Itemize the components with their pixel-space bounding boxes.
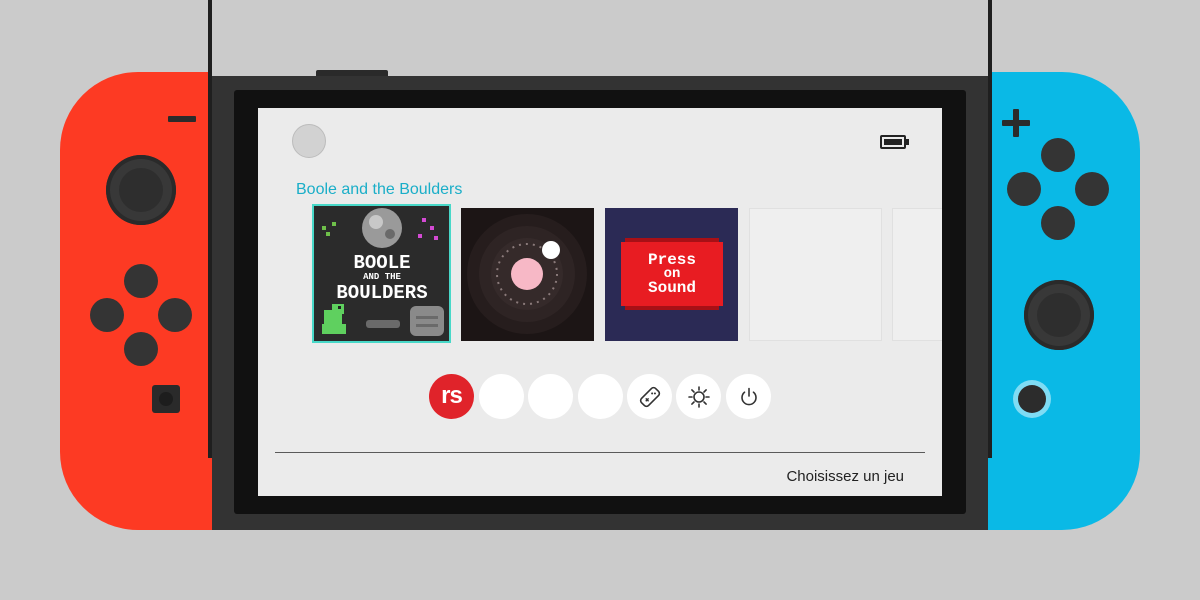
orbit-artwork: [461, 208, 594, 341]
x-button[interactable]: [1041, 138, 1075, 172]
boole-art-line-1: BOOLE: [353, 252, 410, 274]
dpad-up-button[interactable]: [124, 264, 158, 298]
game-tile-press-on-sound[interactable]: Press on Sound: [605, 208, 738, 341]
footer-divider: [275, 452, 925, 453]
empty-game-slot[interactable]: [892, 208, 942, 341]
footer-hint: Choisissez un jeu: [786, 468, 904, 485]
shortcut-button-blank[interactable]: [479, 374, 524, 419]
home-screen: Boole and the Boulders BOOLE AND THE BOU…: [258, 108, 942, 496]
shortcut-button-blank[interactable]: [578, 374, 623, 419]
right-stick[interactable]: [1024, 280, 1094, 350]
controller-icon: [639, 386, 660, 407]
settings-button[interactable]: [676, 374, 721, 419]
plus-button[interactable]: [1002, 109, 1030, 137]
left-rail: [208, 0, 212, 458]
capture-button[interactable]: [152, 385, 180, 413]
dpad-left-button[interactable]: [90, 298, 124, 332]
battery-icon: [880, 135, 909, 149]
shortcut-button-blank[interactable]: [528, 374, 573, 419]
dpad-right-button[interactable]: [158, 298, 192, 332]
b-button[interactable]: [1041, 206, 1075, 240]
boole-art-line-2: AND THE: [363, 272, 401, 282]
minus-button[interactable]: [168, 116, 196, 122]
dpad-down-button[interactable]: [124, 332, 158, 366]
gear-icon: [687, 385, 710, 408]
a-button[interactable]: [1075, 172, 1109, 206]
power-icon: [740, 387, 757, 405]
right-rail: [988, 0, 992, 458]
press-on-sound-artwork: Press on Sound: [605, 208, 738, 341]
boole-artwork: BOOLE AND THE BOULDERS: [314, 206, 449, 341]
pos-art-line-3: Sound: [648, 279, 696, 297]
power-button[interactable]: [726, 374, 771, 419]
y-button[interactable]: [1007, 172, 1041, 206]
selected-game-title: Boole and the Boulders: [296, 181, 463, 198]
home-button[interactable]: [1013, 380, 1051, 418]
rs-label: rs: [441, 381, 463, 409]
game-tile-orbit[interactable]: [461, 208, 594, 341]
rs-shortcut-button[interactable]: rs: [429, 374, 474, 419]
left-joycon: [60, 72, 212, 530]
left-stick[interactable]: [106, 155, 176, 225]
empty-game-slot[interactable]: [749, 208, 882, 341]
game-tile-boole[interactable]: BOOLE AND THE BOULDERS: [314, 206, 449, 341]
boole-art-line-3: BOULDERS: [336, 282, 427, 304]
controllers-button[interactable]: [627, 374, 672, 419]
user-avatar[interactable]: [292, 124, 326, 158]
